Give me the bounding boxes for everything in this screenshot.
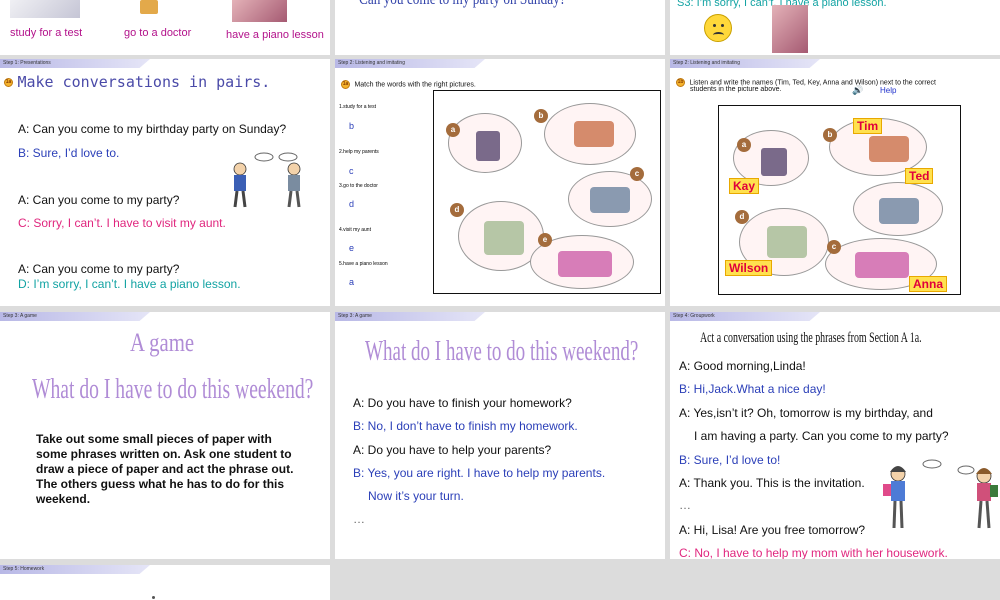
dialog-line-2: B: Sure, I’d love to. bbox=[18, 146, 120, 160]
weekend-line-4: B: Yes, you are right. I have to help my… bbox=[353, 466, 606, 480]
weekend-line-1: A: Do you have to finish your homework? bbox=[353, 396, 572, 410]
two-students-illustration bbox=[233, 152, 301, 208]
picture-letter-c: c bbox=[827, 240, 841, 254]
decorative-dot bbox=[152, 596, 155, 599]
dialog-line-3: A: Can you come to my party? bbox=[18, 193, 180, 207]
phrase-4: 4.visit my aunt bbox=[339, 227, 371, 233]
slide-homework[interactable]: Step 5: Homework bbox=[0, 565, 330, 600]
weekend-line-3: A: Do you have to help your parents? bbox=[353, 443, 552, 457]
step-label: Step 5: Homework bbox=[3, 566, 45, 572]
group-line-5: B: Sure, I’d love to! bbox=[679, 453, 781, 467]
phrase-1: 1.study for a test bbox=[339, 104, 376, 110]
group-line-3: A: Yes,isn’t it? Oh, tomorrow is my birt… bbox=[679, 406, 933, 420]
slide-groupwork[interactable]: Step 4: Groupwork Act a conversation usi… bbox=[670, 312, 1000, 559]
slide-top-left[interactable]: study for a test go to a doctor have a p… bbox=[0, 0, 330, 55]
weekend-line-5: Now it’s your turn. bbox=[368, 489, 464, 503]
slide-listen-write[interactable]: Step 2: Listening and imitating 1b Liste… bbox=[670, 59, 1000, 306]
name-label-anna[interactable]: Anna bbox=[909, 276, 947, 292]
picture-letter-a: a bbox=[737, 138, 751, 152]
step-label: Step 2: Listening and imitating bbox=[338, 60, 405, 66]
label-piano-lesson: have a piano lesson bbox=[226, 29, 324, 41]
weekend-line-6: … bbox=[353, 512, 365, 526]
answer-4[interactable]: e bbox=[349, 243, 354, 253]
game-instructions-line-2: some phrases written on. Ask one student… bbox=[36, 447, 292, 461]
weekend-line-2: B: No, I don’t have to finish my homewor… bbox=[353, 419, 578, 433]
sad-face-icon bbox=[704, 14, 732, 42]
game-instructions-line-4: The others guess what he has to do for t… bbox=[36, 477, 285, 491]
study-photo bbox=[10, 0, 80, 18]
instruction-text: Match the words with the right pictures. bbox=[354, 81, 476, 89]
section-badge: 1b bbox=[676, 78, 685, 88]
group-line-9: C: No, I have to help my mom with her ho… bbox=[679, 546, 948, 559]
label-go-doctor: go to a doctor bbox=[124, 27, 192, 39]
slide-title-row: 1a Make conversations in pairs. bbox=[4, 73, 270, 91]
group-line-8: A: Hi, Lisa! Are you free tomorrow? bbox=[679, 523, 866, 537]
game-instructions-line-5: weekend. bbox=[36, 492, 91, 506]
picture-letter-b: b bbox=[534, 109, 548, 123]
girls-talking-illustration bbox=[883, 459, 998, 529]
answer-5[interactable]: a bbox=[349, 277, 354, 287]
slide-top-middle[interactable]: Can you come to my party on Sunday? bbox=[335, 0, 665, 55]
names-picture: a b c d e Tim Kay Ted Wilson Anna bbox=[718, 105, 961, 295]
picture-letter-c: c bbox=[630, 167, 644, 181]
group-line-2: B: Hi,Jack.What a nice day! bbox=[679, 382, 826, 396]
step-label: Step 2: Listening and imitating bbox=[673, 60, 740, 66]
step-label: Step 3: A game bbox=[338, 313, 372, 319]
name-label-kay[interactable]: Kay bbox=[729, 178, 760, 194]
game-title: A game bbox=[130, 328, 195, 357]
dialog-line-6: D: I’m sorry, I can’t. I have a piano le… bbox=[18, 277, 241, 291]
answer-3[interactable]: d bbox=[349, 199, 354, 209]
group-line-1: A: Good morning,Linda! bbox=[679, 359, 806, 373]
game-instructions-line-3: draw a piece of paper and act the phrase… bbox=[36, 462, 294, 476]
answer-2[interactable]: c bbox=[349, 166, 354, 176]
slide-weekend-dialog[interactable]: Step 3: A game What do I have to do this… bbox=[335, 312, 665, 559]
name-label-wilson[interactable]: Wilson bbox=[725, 260, 773, 276]
groupwork-title: Act a conversation using the phrases fro… bbox=[700, 330, 922, 346]
picture-letter-a: a bbox=[446, 123, 460, 137]
picture-letter-b: b bbox=[823, 128, 837, 142]
group-line-7: … bbox=[679, 498, 691, 512]
picture-letter-d: d bbox=[450, 203, 464, 217]
slide-presentations[interactable]: Step 1: Presentations 1a Make conversati… bbox=[0, 59, 330, 306]
step-label: Step 3: A game bbox=[3, 313, 37, 319]
piano-girl-photo bbox=[772, 5, 808, 53]
phrase-5: 5.have a piano lesson bbox=[339, 261, 388, 267]
name-label-tim[interactable]: Tim bbox=[853, 118, 883, 134]
picture-letter-d: d bbox=[735, 210, 749, 224]
instruction-line-2: students in the picture above. bbox=[690, 86, 782, 93]
group-line-6: A: Thank you. This is the invitation. bbox=[679, 476, 865, 490]
label-study-test: study for a test bbox=[10, 27, 83, 39]
dialog-line-4: C: Sorry, I can’t. I have to visit my au… bbox=[18, 216, 226, 230]
slide-top-right[interactable]: S3: I’m sorry, I can’t. I have a piano l… bbox=[670, 0, 1000, 55]
game-subtitle: What do I have to do this weekend? bbox=[32, 374, 314, 405]
phrase-3: 3.go to the doctor bbox=[339, 183, 378, 189]
help-link[interactable]: Help bbox=[880, 86, 896, 95]
step-label: Step 1: Presentations bbox=[3, 60, 51, 66]
slide-a-game[interactable]: Step 3: A game A game What do I have to … bbox=[0, 312, 330, 559]
game-instructions-line-1: Take out some small pieces of paper with bbox=[36, 432, 272, 446]
picture-letter-e: e bbox=[538, 233, 552, 247]
step-label: Step 4: Groupwork bbox=[673, 313, 715, 319]
section-badge: 1a bbox=[4, 77, 13, 87]
section-badge: 1a bbox=[341, 80, 350, 90]
slide-match-words[interactable]: Step 2: Listening and imitating 1a Match… bbox=[335, 59, 665, 306]
doctor-icon bbox=[140, 0, 158, 14]
answer-1[interactable]: b bbox=[349, 121, 354, 131]
piano-photo bbox=[232, 0, 287, 22]
group-line-4: I am having a party. Can you come to my … bbox=[694, 429, 949, 443]
dialog-line-5: A: Can you come to my party? bbox=[18, 262, 180, 276]
phrase-2: 2.help my parents bbox=[339, 149, 379, 155]
activities-picture: a b c d e bbox=[433, 90, 661, 294]
slide-title: Make conversations in pairs. bbox=[17, 73, 271, 91]
name-label-ted[interactable]: Ted bbox=[905, 168, 934, 184]
weekend-title: What do I have to do this weekend? bbox=[365, 336, 639, 367]
party-question: Can you come to my party on Sunday? bbox=[359, 0, 566, 9]
dialog-line-1: A: Can you come to my birthday party on … bbox=[18, 122, 287, 136]
speaker-icon[interactable]: 🔊 bbox=[852, 85, 863, 96]
